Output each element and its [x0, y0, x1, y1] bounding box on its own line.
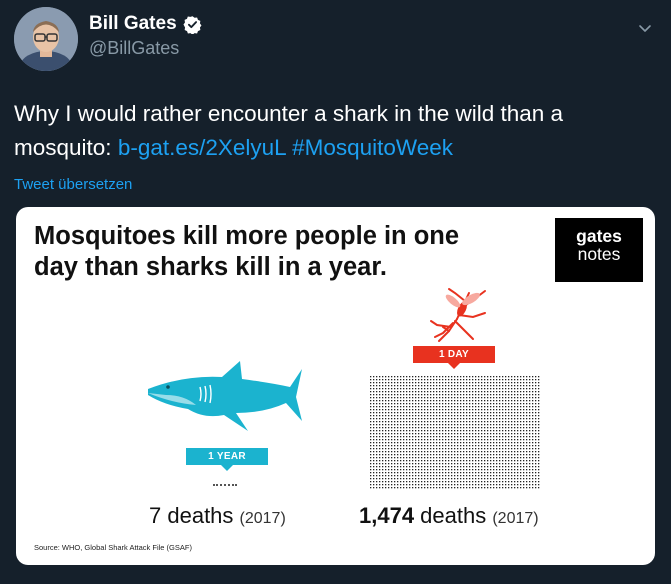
mosquito-death-word: deaths [414, 503, 493, 528]
tweet-link[interactable]: b-gat.es/2XelyuL [118, 135, 286, 160]
one-year-badge: 1 YEAR [186, 448, 268, 471]
gates-notes-logo: gates notes [555, 218, 643, 282]
infographic-card[interactable]: Mosquitoes kill more people in one day t… [16, 207, 655, 565]
one-day-badge: 1 DAY [413, 346, 495, 369]
chevron-down-icon[interactable] [637, 20, 653, 36]
shark-death-year: (2017) [239, 510, 286, 527]
avatar[interactable] [14, 7, 78, 71]
author-handle[interactable]: @BillGates [89, 38, 179, 59]
shark-dot-marker [213, 484, 237, 486]
hashtag-link[interactable]: #MosquitoWeek [292, 135, 453, 160]
author-name-text: Bill Gates [89, 13, 177, 34]
infographic-headline: Mosquitoes kill more people in one day t… [34, 222, 460, 281]
mosquito-death-count: 1,474 deaths (2017) [359, 503, 539, 529]
mosquito-icon [430, 288, 486, 342]
mosquito-deaths-dot-grid [370, 376, 540, 489]
logo-line1: gates [576, 226, 622, 246]
tweet-body: Why I would rather encounter a shark in … [14, 101, 564, 160]
shark-death-word: deaths [161, 503, 240, 528]
shark-death-count: 7 deaths (2017) [149, 503, 286, 529]
logo-line2: notes [577, 244, 621, 264]
translate-tweet-link[interactable]: Tweet übersetzen [14, 176, 132, 193]
shark-death-number: 7 [149, 503, 162, 528]
avatar-image [14, 7, 78, 71]
mosquito-death-year: (2017) [492, 510, 539, 527]
verified-badge-icon [183, 15, 202, 34]
shark-icon [148, 361, 302, 431]
source-note: Source: WHO, Global Shark Attack File (G… [34, 543, 192, 552]
mosquito-death-number: 1,474 [359, 503, 415, 528]
author-name[interactable]: Bill Gates [89, 13, 202, 35]
tweet-text: Why I would rather encounter a shark in … [14, 97, 654, 165]
